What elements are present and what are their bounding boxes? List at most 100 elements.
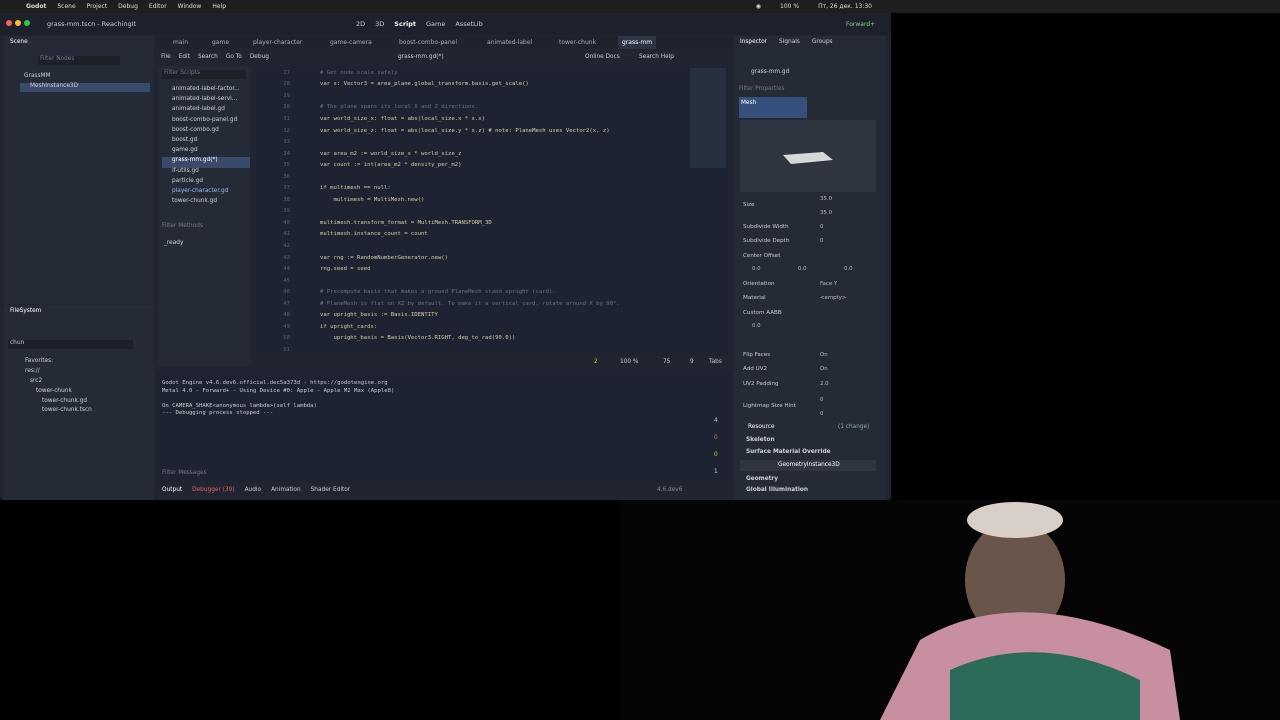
script-list-item[interactable]: boost-combo-panel.gd xyxy=(162,117,250,127)
tab-grass-mm[interactable]: grass-mm xyxy=(618,36,657,49)
property-value-2[interactable]: 0.0 xyxy=(798,266,807,272)
menu-editor[interactable]: Editor xyxy=(149,3,167,10)
bottom-tab-debugger[interactable]: Debugger (39) xyxy=(192,487,234,493)
menu-help[interactable]: Help xyxy=(212,3,226,10)
script-list-item[interactable]: tower-chunk.gd xyxy=(162,198,250,208)
code-minimap[interactable] xyxy=(690,68,726,168)
fs-tower-chunk-tscn[interactable]: tower-chunk.tscn xyxy=(42,407,92,413)
tab-boost-combo-panel[interactable]: boost-combo-panel xyxy=(399,39,457,46)
tab-groups[interactable]: Groups xyxy=(812,39,833,45)
filter-scripts-input[interactable]: Filter Scripts xyxy=(162,70,246,79)
tab-main[interactable]: main xyxy=(173,39,188,46)
property-value-2[interactable]: 35.0 xyxy=(820,210,832,216)
battery-label[interactable]: 100 % xyxy=(780,3,799,10)
property-value[interactable]: 0 xyxy=(820,397,823,403)
tab-signals[interactable]: Signals xyxy=(779,39,800,45)
output-count-warnings[interactable]: 0 xyxy=(714,452,718,458)
property-value[interactable]: 0.0 xyxy=(752,266,761,272)
mode-2d[interactable]: 2D xyxy=(356,20,365,28)
clock[interactable]: Пт, 26 дек. 13:30 xyxy=(818,3,872,10)
inspected-object[interactable]: grass-mm.gd xyxy=(751,69,789,75)
wifi-icon[interactable]: ◉ xyxy=(756,3,761,10)
zoom-level[interactable]: 100 % xyxy=(620,359,638,365)
indent-mode[interactable]: Tabs xyxy=(709,359,722,365)
menu-debug[interactable]: Debug xyxy=(118,3,138,10)
section-global-illumination[interactable]: Global Illumination xyxy=(746,487,808,493)
mode-game[interactable]: Game xyxy=(426,20,445,28)
section-skeleton[interactable]: Skeleton xyxy=(746,437,775,443)
menu-scene[interactable]: Scene xyxy=(57,3,75,10)
bottom-tab-output[interactable]: Output xyxy=(162,487,182,493)
script-menu-goto[interactable]: Go To xyxy=(226,54,242,60)
fs-tower-chunk-gd[interactable]: tower-chunk.gd xyxy=(42,398,87,404)
webcam-overlay xyxy=(620,500,1280,720)
renderer-select[interactable]: Forward+ xyxy=(846,21,875,28)
property-value[interactable]: <empty> xyxy=(820,295,846,301)
method-ready[interactable]: _ready xyxy=(164,240,183,246)
section-surface-material[interactable]: Surface Material Override xyxy=(746,449,831,455)
tab-player-character[interactable]: player-character xyxy=(253,39,302,46)
search-help-link[interactable]: Search Help xyxy=(639,54,674,60)
menu-project[interactable]: Project xyxy=(87,3,108,10)
script-list-item[interactable]: game.gd xyxy=(162,147,250,157)
tab-game-camera[interactable]: game-camera xyxy=(330,39,372,46)
mode-assetlib[interactable]: AssetLib xyxy=(455,20,482,28)
property-value[interactable]: On xyxy=(820,352,828,358)
filter-properties-input[interactable]: Filter Properties xyxy=(739,86,785,92)
online-docs-link[interactable]: Online Docs xyxy=(585,54,620,60)
tab-animated-label[interactable]: animated-label xyxy=(487,39,532,46)
script-list-item[interactable]: animated-label-servi... xyxy=(162,96,250,106)
app-menu[interactable]: Godot xyxy=(26,3,46,10)
script-list-item[interactable]: grass-mm.gd(*) xyxy=(162,157,250,168)
script-list-item[interactable]: player-character.gd xyxy=(162,188,250,198)
filter-methods-input[interactable]: Filter Methods xyxy=(162,223,203,229)
section-geometry[interactable]: Geometry xyxy=(746,476,778,482)
script-menu-search[interactable]: Search xyxy=(198,54,218,60)
mode-3d[interactable]: 3D xyxy=(375,20,384,28)
script-list-item[interactable]: particle.gd xyxy=(162,178,250,188)
filter-messages-input[interactable]: Filter Messages xyxy=(162,470,207,476)
property-value[interactable]: 0 xyxy=(820,224,823,230)
tab-game[interactable]: game xyxy=(212,39,229,46)
property-value[interactable]: 35.0 xyxy=(820,196,832,202)
menu-window[interactable]: Window xyxy=(178,3,202,10)
script-menu-file[interactable]: File xyxy=(161,54,171,60)
mode-script[interactable]: Script xyxy=(394,20,416,28)
script-menu-edit[interactable]: Edit xyxy=(179,54,190,60)
bottom-tab-animation[interactable]: Animation xyxy=(271,487,301,493)
script-list-item[interactable]: boost.gd xyxy=(162,137,250,147)
property-value-2[interactable]: 0 xyxy=(820,411,823,417)
property-value[interactable]: 2.0 xyxy=(820,381,829,387)
tab-inspector[interactable]: Inspector xyxy=(740,39,767,45)
property-value[interactable]: On xyxy=(820,366,828,372)
bottom-tab-audio[interactable]: Audio xyxy=(245,487,261,493)
fs-res[interactable]: res:// xyxy=(25,368,40,374)
script-list-item[interactable]: if-utils.gd xyxy=(162,168,250,178)
fs-src2[interactable]: src2 xyxy=(30,378,42,384)
script-list-item[interactable]: boost-combo.gd xyxy=(162,127,250,137)
scene-node-root[interactable]: GrassMM xyxy=(24,73,50,79)
output-count-errors[interactable]: 0 xyxy=(714,435,718,441)
script-menu-debug[interactable]: Debug xyxy=(250,54,269,60)
script-list-item[interactable]: animated-label.gd xyxy=(162,106,250,116)
tab-tower-chunk[interactable]: tower-chunk xyxy=(559,39,596,46)
bottom-tab-shader-editor[interactable]: Shader Editor xyxy=(311,487,351,493)
output-count-log[interactable]: 4 xyxy=(714,418,718,424)
property-value[interactable]: 0.0 xyxy=(752,323,761,329)
mesh-property[interactable]: Mesh xyxy=(739,97,807,118)
property-value[interactable]: 0 xyxy=(820,238,823,244)
filter-nodes-input[interactable]: Filter Nodes xyxy=(38,56,120,65)
fs-tower-chunk-folder[interactable]: tower-chunk xyxy=(36,388,72,394)
warnings-count[interactable]: 2 xyxy=(594,359,598,365)
resource-section[interactable]: Resource xyxy=(748,424,775,430)
line-number: 48 xyxy=(283,312,290,319)
window-controls[interactable] xyxy=(6,20,33,28)
output-count-messages[interactable]: 1 xyxy=(714,469,718,475)
property-value-3[interactable]: 0.0 xyxy=(844,266,853,272)
property-value[interactable]: Face Y xyxy=(820,281,837,287)
filesystem-search[interactable]: chun xyxy=(8,340,133,349)
script-list-item[interactable]: animated-label-factor... xyxy=(162,86,250,96)
section-geometryinstance3d[interactable]: GeometryInstance3D xyxy=(740,460,876,471)
fs-favorites[interactable]: Favorites: xyxy=(25,358,53,364)
scene-node-meshinstance[interactable]: MeshInstance3D xyxy=(20,83,150,92)
